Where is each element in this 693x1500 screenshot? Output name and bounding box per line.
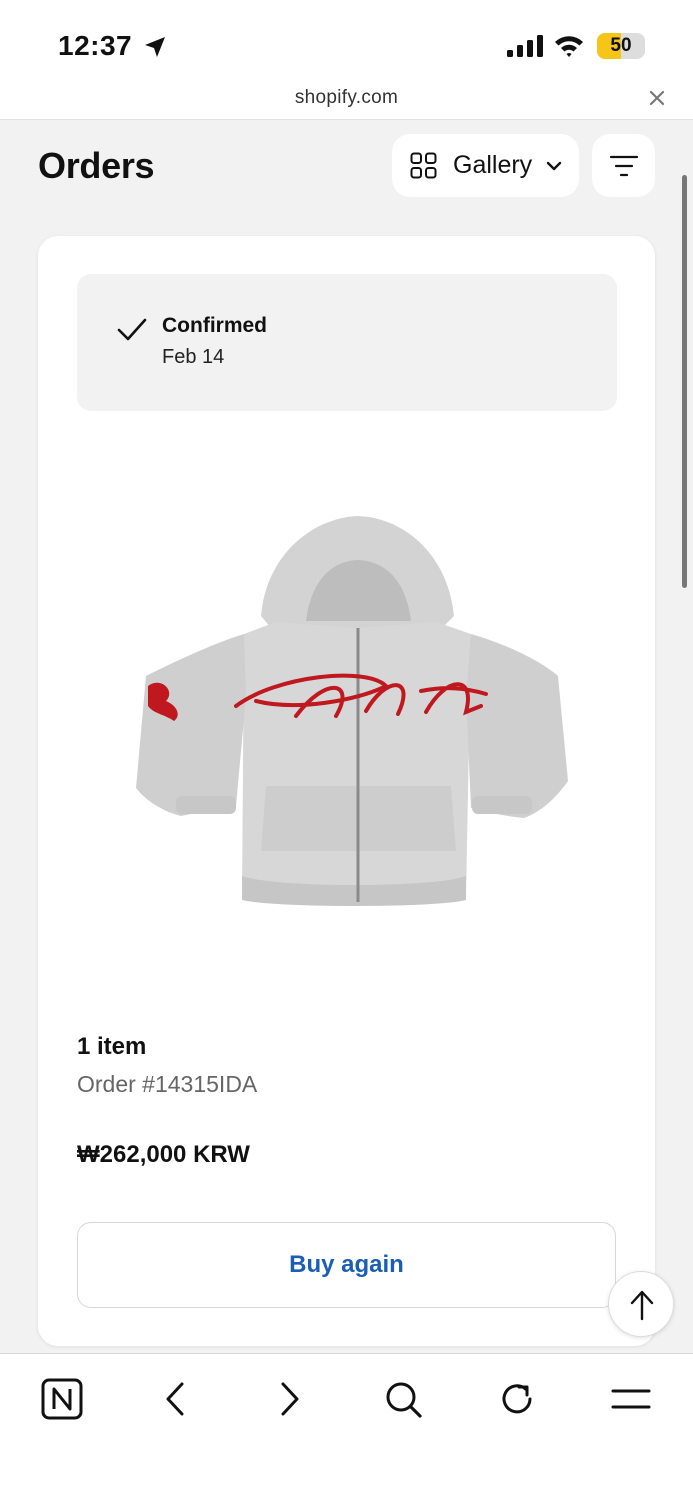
status-bar: 12:37 50	[0, 0, 693, 78]
arrow-up-icon	[630, 1290, 654, 1321]
checkmark-icon	[117, 318, 147, 341]
item-count: 1 item	[77, 1033, 147, 1060]
view-mode-dropdown[interactable]: Gallery	[392, 134, 579, 197]
status-time: 12:37	[58, 30, 133, 61]
location-arrow-icon	[145, 37, 165, 57]
reload-button[interactable]	[494, 1376, 540, 1422]
product-image[interactable]	[136, 516, 572, 911]
order-number: Order #14315IDA	[77, 1071, 258, 1097]
scroll-to-top-button[interactable]	[608, 1271, 674, 1337]
menu-button[interactable]	[608, 1376, 654, 1422]
forward-icon	[281, 1382, 299, 1416]
url-text[interactable]: shopify.com	[0, 87, 693, 109]
order-card[interactable]: Confirmed Feb 14 1 item Order #14315IDA …	[38, 236, 655, 1346]
search-icon	[386, 1382, 422, 1418]
browser-url-bar[interactable]: shopify.com	[0, 78, 693, 120]
order-status-date: Feb 14	[162, 346, 225, 368]
chevron-down-icon	[546, 161, 562, 171]
page-title: Orders	[38, 145, 155, 186]
filter-icon	[609, 155, 639, 177]
close-icon[interactable]	[647, 88, 667, 108]
forward-button[interactable]	[267, 1376, 313, 1422]
order-total: ₩262,000 KRW	[77, 1141, 250, 1168]
notion-button[interactable]	[39, 1376, 85, 1422]
cellular-signal-icon	[507, 35, 543, 57]
view-mode-label: Gallery	[453, 151, 533, 179]
notion-icon	[41, 1378, 83, 1420]
scrollbar-thumb[interactable]	[682, 175, 687, 588]
wifi-icon	[555, 36, 583, 57]
search-button[interactable]	[380, 1376, 426, 1422]
filter-button[interactable]	[592, 134, 655, 197]
grid-icon	[410, 152, 437, 179]
buy-again-button[interactable]: Buy again	[77, 1222, 616, 1308]
order-status-box: Confirmed Feb 14	[77, 274, 617, 411]
back-icon	[166, 1382, 184, 1416]
order-status: Confirmed	[162, 314, 267, 337]
battery-level: 50	[610, 35, 632, 56]
back-button[interactable]	[152, 1376, 198, 1422]
browser-toolbar	[0, 1353, 693, 1500]
reload-icon	[502, 1384, 532, 1414]
battery-charging-icon: 50	[597, 33, 645, 59]
menu-icon	[611, 1389, 651, 1409]
